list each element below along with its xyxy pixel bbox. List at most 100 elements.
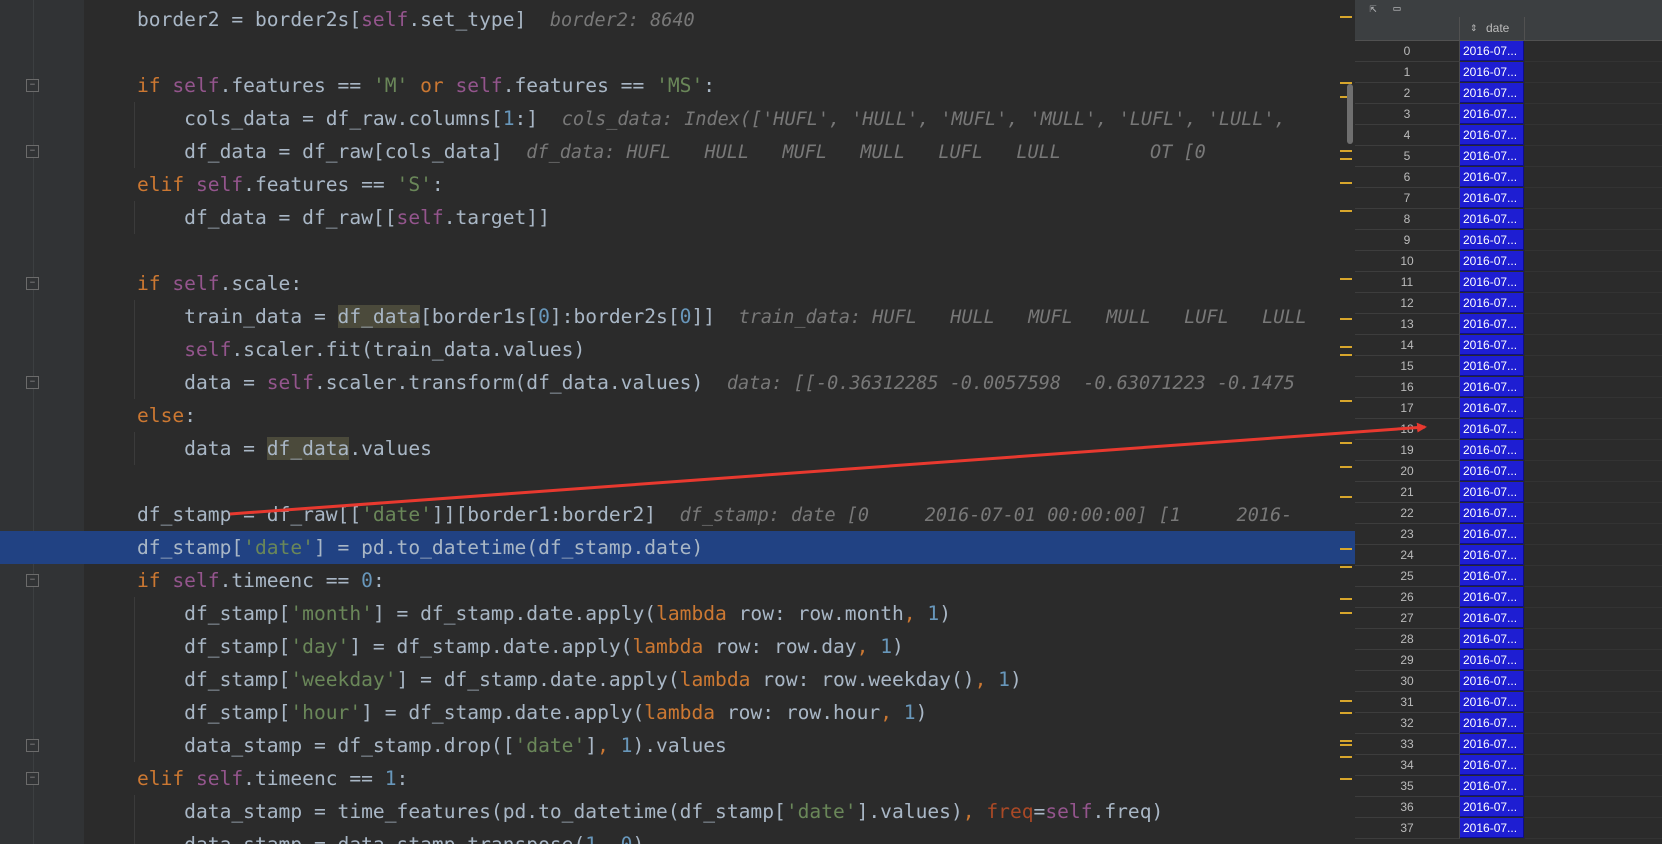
stripe-marker[interactable] bbox=[1340, 182, 1352, 184]
date-cell[interactable]: 2016-07... bbox=[1460, 167, 1524, 187]
stripe-marker[interactable] bbox=[1340, 566, 1352, 568]
date-cell[interactable]: 2016-07... bbox=[1460, 671, 1524, 691]
code-line[interactable]: df_stamp['weekday'] = df_stamp.date.appl… bbox=[0, 663, 1355, 696]
date-cell[interactable]: 2016-07... bbox=[1460, 83, 1524, 103]
stripe-marker[interactable] bbox=[1340, 740, 1352, 742]
code-line[interactable]: data_stamp = data_stamp.transpose(1, 0) bbox=[0, 828, 1355, 844]
table-row[interactable]: 34 2016-07... bbox=[1355, 755, 1662, 776]
code-line[interactable]: elif self.features == 'S': bbox=[0, 168, 1355, 201]
table-row[interactable]: 36 2016-07... bbox=[1355, 797, 1662, 818]
date-cell[interactable]: 2016-07... bbox=[1460, 440, 1524, 460]
table-row[interactable]: 11 2016-07... bbox=[1355, 272, 1662, 293]
table-row[interactable]: 3 2016-07... bbox=[1355, 104, 1662, 125]
date-cell[interactable]: 2016-07... bbox=[1460, 713, 1524, 733]
date-cell[interactable]: 2016-07... bbox=[1460, 272, 1524, 292]
code-line[interactable]: else: bbox=[0, 399, 1355, 432]
code-line[interactable]: df_stamp = df_raw[['date']][border1:bord… bbox=[0, 498, 1355, 531]
stripe-marker[interactable] bbox=[1340, 346, 1352, 348]
stripe-marker[interactable] bbox=[1340, 612, 1352, 614]
maximize-icon[interactable]: ▭ bbox=[1390, 1, 1404, 15]
table-row[interactable]: 9 2016-07... bbox=[1355, 230, 1662, 251]
date-cell[interactable]: 2016-07... bbox=[1460, 503, 1524, 523]
date-cell[interactable]: 2016-07... bbox=[1460, 566, 1524, 586]
table-row[interactable]: 33 2016-07... bbox=[1355, 734, 1662, 755]
stripe-marker[interactable] bbox=[1340, 278, 1352, 280]
code-line[interactable]: border2 = border2s[self.set_type] border… bbox=[0, 3, 1355, 36]
code-line[interactable]: df_data = df_raw[cols_data] df_data: HUF… bbox=[0, 135, 1355, 168]
table-row[interactable]: 4 2016-07... bbox=[1355, 125, 1662, 146]
date-cell[interactable]: 2016-07... bbox=[1460, 104, 1524, 124]
table-row[interactable]: 10 2016-07... bbox=[1355, 251, 1662, 272]
date-cell[interactable]: 2016-07... bbox=[1460, 608, 1524, 628]
code-line[interactable]: train_data = df_data[border1s[0]:border2… bbox=[0, 300, 1355, 333]
stripe-marker[interactable] bbox=[1340, 400, 1352, 402]
stripe-marker[interactable] bbox=[1340, 354, 1352, 356]
table-row[interactable]: 16 2016-07... bbox=[1355, 377, 1662, 398]
stripe-marker[interactable] bbox=[1340, 16, 1352, 18]
table-row[interactable]: 5 2016-07... bbox=[1355, 146, 1662, 167]
table-row[interactable]: 37 2016-07... bbox=[1355, 818, 1662, 839]
table-row[interactable]: 25 2016-07... bbox=[1355, 566, 1662, 587]
date-cell[interactable]: 2016-07... bbox=[1460, 419, 1524, 439]
date-cell[interactable]: 2016-07... bbox=[1460, 587, 1524, 607]
date-cell[interactable]: 2016-07... bbox=[1460, 251, 1524, 271]
data-table[interactable]: ⇕ date 0 2016-07... 1 2016-07... 2 2016-07...… bbox=[1355, 17, 1662, 844]
date-cell[interactable]: 2016-07... bbox=[1460, 755, 1524, 775]
stripe-marker[interactable] bbox=[1340, 712, 1352, 714]
code-line[interactable]: if self.timeenc == 0: bbox=[0, 564, 1355, 597]
sort-icon[interactable]: ⇕ bbox=[1470, 17, 1478, 40]
table-row[interactable]: 18 2016-07... bbox=[1355, 419, 1662, 440]
date-cell[interactable]: 2016-07... bbox=[1460, 461, 1524, 481]
code-line[interactable]: if self.features == 'M' or self.features… bbox=[0, 69, 1355, 102]
table-row[interactable]: 32 2016-07... bbox=[1355, 713, 1662, 734]
date-cell[interactable]: 2016-07... bbox=[1460, 545, 1524, 565]
code-line[interactable]: elif self.timeenc == 1: bbox=[0, 762, 1355, 795]
stripe-marker[interactable] bbox=[1340, 756, 1352, 758]
date-cell[interactable]: 2016-07... bbox=[1460, 629, 1524, 649]
table-row[interactable]: 23 2016-07... bbox=[1355, 524, 1662, 545]
date-cell[interactable]: 2016-07... bbox=[1460, 293, 1524, 313]
table-row[interactable]: 24 2016-07... bbox=[1355, 545, 1662, 566]
table-row[interactable]: 30 2016-07... bbox=[1355, 671, 1662, 692]
code-line[interactable]: df_stamp['hour'] = df_stamp.date.apply(l… bbox=[0, 696, 1355, 729]
code-line[interactable]: data_stamp = df_stamp.drop(['date'], 1).… bbox=[0, 729, 1355, 762]
date-cell[interactable]: 2016-07... bbox=[1460, 125, 1524, 145]
stripe-marker[interactable] bbox=[1340, 158, 1352, 160]
table-row[interactable]: 13 2016-07... bbox=[1355, 314, 1662, 335]
stripe-marker[interactable] bbox=[1340, 778, 1352, 780]
stripe-marker[interactable] bbox=[1340, 548, 1352, 550]
table-row[interactable]: 27 2016-07... bbox=[1355, 608, 1662, 629]
code-line[interactable]: df_stamp['day'] = df_stamp.date.apply(la… bbox=[0, 630, 1355, 663]
table-row[interactable]: 26 2016-07... bbox=[1355, 587, 1662, 608]
date-cell[interactable]: 2016-07... bbox=[1460, 146, 1524, 166]
table-row[interactable]: 14 2016-07... bbox=[1355, 335, 1662, 356]
table-row[interactable]: 0 2016-07... bbox=[1355, 41, 1662, 62]
code-line[interactable]: data = self.scaler.transform(df_data.val… bbox=[0, 366, 1355, 399]
stripe-marker[interactable] bbox=[1340, 150, 1352, 152]
date-cell[interactable]: 2016-07... bbox=[1460, 188, 1524, 208]
stripe-marker[interactable] bbox=[1340, 210, 1352, 212]
date-cell[interactable]: 2016-07... bbox=[1460, 776, 1524, 796]
table-row[interactable]: 17 2016-07... bbox=[1355, 398, 1662, 419]
stripe-marker[interactable] bbox=[1340, 700, 1352, 702]
date-cell[interactable]: 2016-07... bbox=[1460, 356, 1524, 376]
date-cell[interactable]: 2016-07... bbox=[1460, 692, 1524, 712]
table-row[interactable]: 22 2016-07... bbox=[1355, 503, 1662, 524]
stripe-marker[interactable] bbox=[1340, 466, 1352, 468]
column-header-date[interactable]: ⇕ date bbox=[1460, 17, 1525, 41]
date-cell[interactable]: 2016-07... bbox=[1460, 209, 1524, 229]
editor-scrollbar[interactable] bbox=[1347, 84, 1353, 144]
code-editor[interactable]: − − − − − − − border2 = border2s[self.set_type… bbox=[0, 0, 1355, 844]
date-cell[interactable]: 2016-07... bbox=[1460, 41, 1524, 61]
table-row[interactable]: 7 2016-07... bbox=[1355, 188, 1662, 209]
table-row[interactable]: 2 2016-07... bbox=[1355, 83, 1662, 104]
code-line[interactable]: data = df_data.values bbox=[0, 432, 1355, 465]
table-row[interactable]: 31 2016-07... bbox=[1355, 692, 1662, 713]
table-row[interactable]: 29 2016-07... bbox=[1355, 650, 1662, 671]
table-row[interactable]: 21 2016-07... bbox=[1355, 482, 1662, 503]
stripe-marker[interactable] bbox=[1340, 318, 1352, 320]
date-cell[interactable]: 2016-07... bbox=[1460, 482, 1524, 502]
date-cell[interactable]: 2016-07... bbox=[1460, 314, 1524, 334]
date-cell[interactable]: 2016-07... bbox=[1460, 377, 1524, 397]
code-line[interactable]: self.scaler.fit(train_data.values) bbox=[0, 333, 1355, 366]
